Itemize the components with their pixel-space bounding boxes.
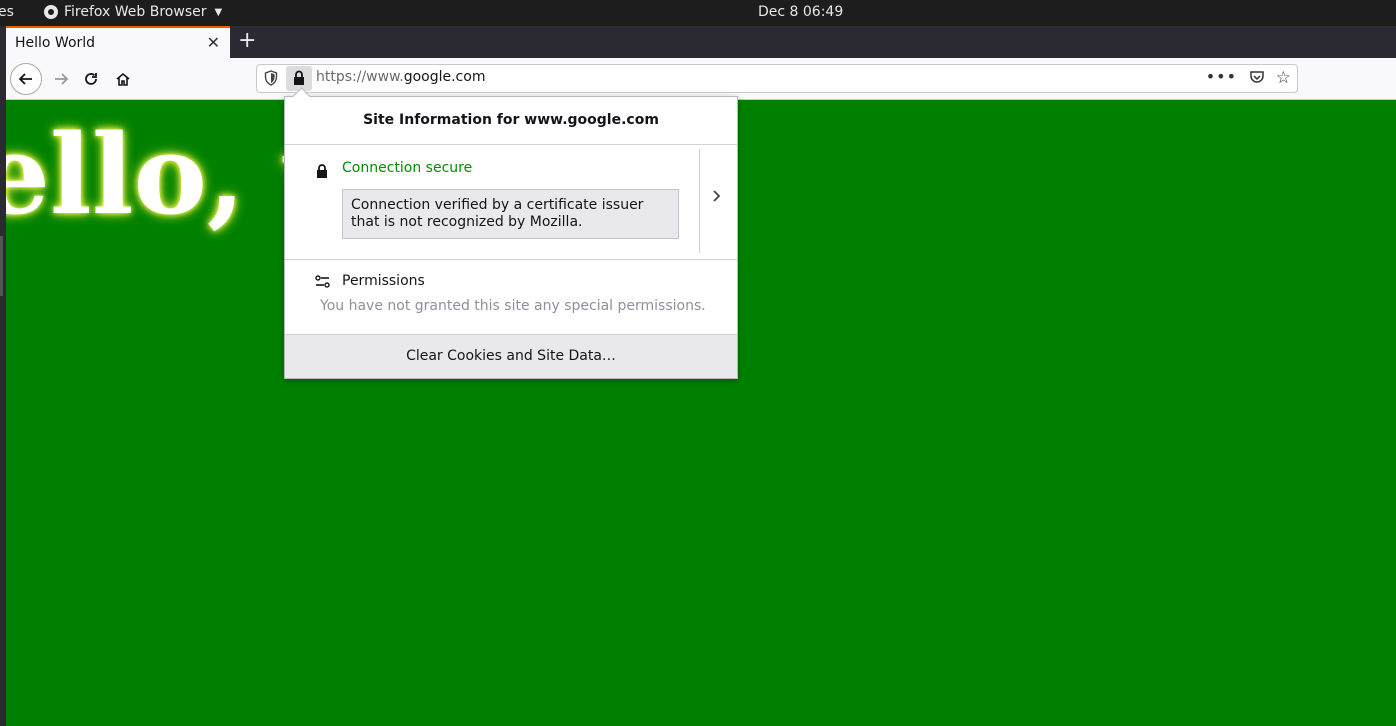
clock[interactable]: Dec 8 06:49 [758, 4, 843, 20]
back-button[interactable] [10, 63, 42, 95]
lock-icon [294, 70, 304, 85]
new-tab-icon[interactable]: + [238, 28, 256, 53]
reload-button[interactable] [78, 66, 104, 92]
navigation-toolbar: https://www.google.com ••• ☆ [6, 58, 1396, 100]
bookmark-star-icon[interactable]: ☆ [1276, 68, 1291, 88]
lock-icon [315, 163, 329, 183]
permissions-icon [315, 275, 331, 293]
back-arrow-icon [18, 73, 32, 85]
reload-icon [85, 73, 97, 85]
tab-hello-world[interactable]: Hello World ✕ [6, 26, 230, 58]
tracking-protection-shield-icon[interactable] [263, 70, 279, 86]
close-tab-icon[interactable]: ✕ [207, 33, 220, 52]
connection-status: Connection secure [342, 160, 473, 176]
forward-button[interactable] [48, 66, 74, 92]
activities-button[interactable]: es [0, 4, 14, 20]
url-bar[interactable]: https://www.google.com ••• ☆ [256, 64, 1298, 93]
url-scheme: https://www. [316, 69, 404, 85]
home-button[interactable] [110, 66, 136, 92]
system-top-bar: es Firefox Web Browser ▼ Dec 8 06:49 [0, 0, 1396, 26]
chevron-right-icon[interactable] [712, 187, 722, 208]
section-divider [699, 149, 700, 253]
resize-handle[interactable] [0, 236, 3, 296]
app-menu-label: Firefox Web Browser [64, 4, 207, 20]
permissions-title: Permissions [342, 273, 425, 289]
app-menu[interactable]: Firefox Web Browser ▼ [44, 4, 222, 20]
permissions-detail: You have not granted this site any speci… [320, 298, 706, 314]
clear-cookies-button[interactable]: Clear Cookies and Site Data… [285, 335, 737, 378]
pocket-icon[interactable] [1249, 69, 1265, 85]
url-text[interactable]: https://www.google.com [316, 69, 485, 85]
url-domain: google.com [403, 69, 486, 85]
tab-strip: Hello World ✕ + [0, 26, 1396, 58]
site-identity-button[interactable] [286, 66, 312, 91]
page-actions-menu-icon[interactable]: ••• [1206, 67, 1237, 86]
home-icon [116, 72, 130, 86]
firefox-icon [44, 5, 58, 19]
connection-security-section: Connection secure Connection verified by… [285, 145, 737, 260]
permissions-section: Permissions You have not granted this si… [285, 260, 737, 335]
tab-title: Hello World [15, 35, 96, 51]
site-information-panel: Site Information for www.google.com Conn… [284, 87, 738, 379]
forward-arrow-icon [55, 73, 69, 85]
caret-down-icon: ▼ [214, 6, 223, 18]
popup-title: Site Information for www.google.com [285, 97, 737, 145]
connection-detail: Connection verified by a certificate iss… [342, 189, 679, 239]
